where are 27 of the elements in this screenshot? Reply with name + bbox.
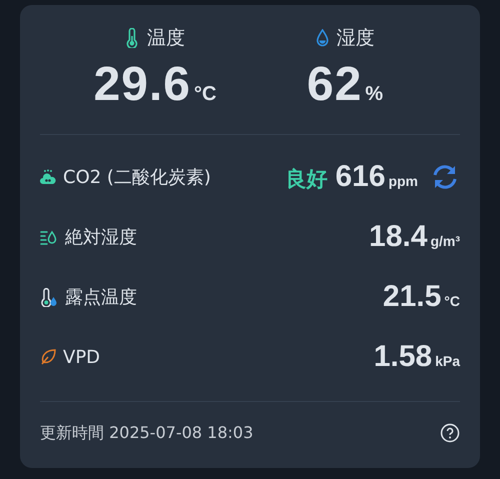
summary-value: 62	[306, 57, 362, 112]
summary-label: 湿度	[336, 26, 374, 51]
summary-unit: °C	[194, 83, 216, 106]
metric-unit: kPa	[435, 353, 460, 369]
status-text: 良好	[285, 166, 328, 193]
summary-unit: %	[365, 83, 384, 106]
thermometer-icon	[125, 28, 139, 48]
metric-value: 18.4	[369, 220, 428, 254]
metric-label: 露点温度	[65, 286, 137, 309]
metric-value: 616	[335, 160, 386, 194]
help-icon[interactable]	[440, 423, 460, 443]
leaf-icon	[40, 349, 56, 365]
metric-label: 絶対湿度	[65, 226, 137, 249]
summary-label: 温度	[147, 26, 185, 51]
metric-value: 21.5	[382, 280, 442, 314]
metric-unit: °C	[444, 293, 460, 309]
thermometer-drop-icon	[40, 288, 58, 306]
metric-unit: g/m³	[430, 233, 460, 249]
wind-drop-icon	[40, 228, 58, 246]
metric-label: CO2 (二酸化炭素)	[63, 166, 211, 189]
summary-value: 29.6	[94, 57, 191, 112]
metric-value: 1.58	[374, 340, 432, 374]
metric-label: VPD	[63, 346, 100, 368]
update-time: 更新時間 2025-07-08 18:03	[40, 422, 254, 444]
cloud-icon	[40, 169, 56, 185]
water-drop-icon	[316, 29, 328, 47]
metric-unit: ppm	[388, 173, 418, 189]
